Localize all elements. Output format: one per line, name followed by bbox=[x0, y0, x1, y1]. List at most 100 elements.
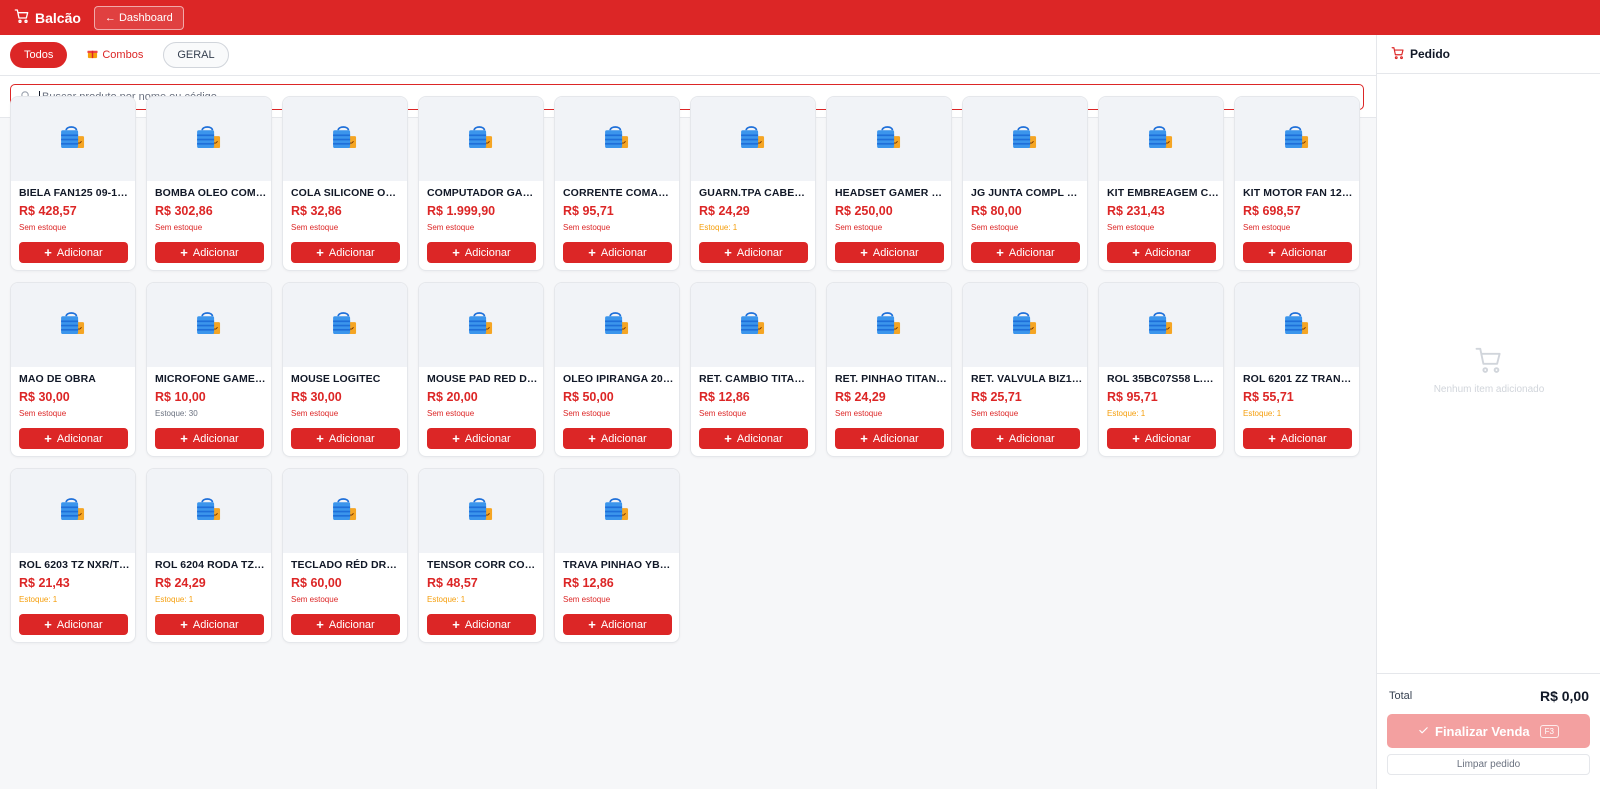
add-to-order-button[interactable]: + Adicionar bbox=[699, 242, 808, 263]
product-stock: Sem estoque bbox=[19, 223, 67, 232]
add-to-order-button[interactable]: + Adicionar bbox=[427, 428, 536, 449]
product-thumbnail bbox=[1099, 97, 1223, 181]
add-to-order-button[interactable]: + Adicionar bbox=[563, 428, 672, 449]
product-stock: Sem estoque bbox=[291, 223, 339, 232]
product-name: COMPUTADOR GAMER bbox=[427, 187, 539, 199]
plus-icon: + bbox=[316, 245, 324, 260]
product-card[interactable]: MOUSE LOGITEC R$ 30,00 Sem estoque + Adi… bbox=[282, 282, 408, 457]
product-price: R$ 30,00 bbox=[19, 390, 70, 404]
product-thumbnail bbox=[283, 97, 407, 181]
product-card[interactable]: CORRENTE COMAND... R$ 95,71 Sem estoque … bbox=[554, 96, 680, 271]
add-to-order-button[interactable]: + Adicionar bbox=[1243, 428, 1352, 449]
filter-combos[interactable]: Combos bbox=[73, 42, 158, 68]
order-footer: Total R$ 0,00 Finalizar Venda F3 Limpar … bbox=[1377, 673, 1600, 775]
plus-icon: + bbox=[180, 431, 188, 446]
product-card[interactable]: HEADSET GAMER SE... R$ 250,00 Sem estoqu… bbox=[826, 96, 952, 271]
product-card[interactable]: RET. PINHAO TITAN1... R$ 24,29 Sem estoq… bbox=[826, 282, 952, 457]
product-card[interactable]: KIT EMBREAGEM CO... R$ 231,43 Sem estoqu… bbox=[1098, 96, 1224, 271]
add-to-order-button[interactable]: + Adicionar bbox=[1107, 428, 1216, 449]
add-to-order-button[interactable]: + Adicionar bbox=[971, 242, 1080, 263]
product-stock: Sem estoque bbox=[155, 223, 203, 232]
add-to-order-button[interactable]: + Adicionar bbox=[155, 242, 264, 263]
product-grid: BIELA FAN125 09-15/... R$ 428,57 Sem est… bbox=[10, 96, 1360, 643]
product-price: R$ 55,71 bbox=[1243, 390, 1294, 404]
product-card[interactable]: BOMBA OLEO COMPL... R$ 302,86 Sem estoqu… bbox=[146, 96, 272, 271]
product-thumbnail bbox=[963, 283, 1087, 367]
product-thumbnail bbox=[419, 97, 543, 181]
product-name: KIT MOTOR FAN 125 ... bbox=[1243, 187, 1355, 199]
product-stock: Estoque: 1 bbox=[699, 223, 738, 232]
product-name: HEADSET GAMER SE... bbox=[835, 187, 947, 199]
product-stock: Estoque: 1 bbox=[155, 595, 194, 604]
product-price: R$ 24,29 bbox=[699, 204, 750, 218]
product-card[interactable]: TECLADO RÉD DRAG... R$ 60,00 Sem estoque… bbox=[282, 468, 408, 643]
product-name: GUARN.TPA CABECO... bbox=[699, 187, 811, 199]
product-stock: Sem estoque bbox=[563, 595, 611, 604]
product-name: MAO DE OBRA bbox=[19, 373, 96, 385]
add-to-order-button[interactable]: + Adicionar bbox=[19, 428, 128, 449]
product-thumbnail bbox=[555, 97, 679, 181]
product-card[interactable]: COMPUTADOR GAMER R$ 1.999,90 Sem estoque… bbox=[418, 96, 544, 271]
add-to-order-button[interactable]: + Adicionar bbox=[835, 428, 944, 449]
product-card[interactable]: BIELA FAN125 09-15/... R$ 428,57 Sem est… bbox=[10, 96, 136, 271]
product-thumbnail bbox=[11, 283, 135, 367]
add-to-order-button[interactable]: + Adicionar bbox=[563, 614, 672, 635]
add-to-order-button[interactable]: + Adicionar bbox=[1243, 242, 1352, 263]
add-label: Adicionar bbox=[872, 246, 919, 259]
product-thumbnail bbox=[1235, 97, 1359, 181]
add-to-order-button[interactable]: + Adicionar bbox=[155, 614, 264, 635]
shopping-bag-icon bbox=[1008, 306, 1042, 345]
add-to-order-button[interactable]: + Adicionar bbox=[563, 242, 672, 263]
shopping-cart-icon bbox=[1391, 46, 1405, 63]
add-to-order-button[interactable]: + Adicionar bbox=[19, 242, 128, 263]
product-card[interactable]: MICROFONE GAMER ... R$ 10,00 Estoque: 30… bbox=[146, 282, 272, 457]
product-stock: Sem estoque bbox=[291, 409, 339, 418]
product-card[interactable]: MAO DE OBRA R$ 30,00 Sem estoque + Adici… bbox=[10, 282, 136, 457]
shopping-bag-icon bbox=[56, 120, 90, 159]
add-to-order-button[interactable]: + Adicionar bbox=[1107, 242, 1216, 263]
product-card[interactable]: JG JUNTA COMPL FA... R$ 80,00 Sem estoqu… bbox=[962, 96, 1088, 271]
product-card[interactable]: KIT MOTOR FAN 125 ... R$ 698,57 Sem esto… bbox=[1234, 96, 1360, 271]
filter-todos[interactable]: Todos bbox=[10, 42, 68, 68]
product-card[interactable]: MOUSE PAD RED DR... R$ 20,00 Sem estoque… bbox=[418, 282, 544, 457]
add-to-order-button[interactable]: + Adicionar bbox=[291, 614, 400, 635]
dashboard-back-button[interactable]: ← Dashboard bbox=[93, 5, 184, 30]
product-card[interactable]: RET. VALVULA BIZ125... R$ 25,71 Sem esto… bbox=[962, 282, 1088, 457]
add-to-order-button[interactable]: + Adicionar bbox=[291, 242, 400, 263]
product-price: R$ 24,29 bbox=[155, 576, 206, 590]
empty-order-text: Nenhum item adicionado bbox=[1433, 384, 1545, 395]
add-to-order-button[interactable]: + Adicionar bbox=[427, 242, 536, 263]
product-name: RET. CAMBIO TITAN1... bbox=[699, 373, 811, 385]
add-to-order-button[interactable]: + Adicionar bbox=[291, 428, 400, 449]
add-to-order-button[interactable]: + Adicionar bbox=[835, 242, 944, 263]
gift-icon bbox=[87, 48, 98, 62]
add-to-order-button[interactable]: + Adicionar bbox=[699, 428, 808, 449]
product-card[interactable]: ROL 6201 ZZ TRANS.... R$ 55,71 Estoque: … bbox=[1234, 282, 1360, 457]
product-thumbnail bbox=[147, 283, 271, 367]
add-to-order-button[interactable]: + Adicionar bbox=[971, 428, 1080, 449]
finalize-sale-button[interactable]: Finalizar Venda F3 bbox=[1387, 714, 1590, 748]
product-card[interactable]: ROL 6204 RODA TZ E... R$ 24,29 Estoque: … bbox=[146, 468, 272, 643]
filter-geral[interactable]: GERAL bbox=[163, 42, 229, 68]
product-card[interactable]: ROL 6203 TZ NXR/TO... R$ 21,43 Estoque: … bbox=[10, 468, 136, 643]
product-thumbnail bbox=[283, 469, 407, 553]
product-price: R$ 12,86 bbox=[699, 390, 750, 404]
product-price: R$ 50,00 bbox=[563, 390, 614, 404]
add-to-order-button[interactable]: + Adicionar bbox=[19, 614, 128, 635]
add-to-order-button[interactable]: + Adicionar bbox=[155, 428, 264, 449]
order-title: Pedido bbox=[1410, 47, 1451, 61]
add-to-order-button[interactable]: + Adicionar bbox=[427, 614, 536, 635]
product-card[interactable]: ROL 35BC07S58 L.ES... R$ 95,71 Estoque: … bbox=[1098, 282, 1224, 457]
product-card[interactable]: TENSOR CORR COMA... R$ 48,57 Estoque: 1 … bbox=[418, 468, 544, 643]
product-price: R$ 30,00 bbox=[291, 390, 342, 404]
product-card[interactable]: COLA SILICONE ORBI... R$ 32,86 Sem estoq… bbox=[282, 96, 408, 271]
product-card[interactable]: GUARN.TPA CABECO... R$ 24,29 Estoque: 1 … bbox=[690, 96, 816, 271]
plus-icon: + bbox=[180, 617, 188, 632]
shopping-bag-icon bbox=[600, 492, 634, 531]
product-card[interactable]: RET. CAMBIO TITAN1... R$ 12,86 Sem estoq… bbox=[690, 282, 816, 457]
plus-icon: + bbox=[180, 245, 188, 260]
product-card[interactable]: OLEO IPIRANGA 20W... R$ 50,00 Sem estoqu… bbox=[554, 282, 680, 457]
product-card[interactable]: TRAVA PINHAO YBR/... R$ 12,86 Sem estoqu… bbox=[554, 468, 680, 643]
clear-order-button[interactable]: Limpar pedido bbox=[1387, 754, 1590, 775]
product-name: MICROFONE GAMER ... bbox=[155, 373, 267, 385]
